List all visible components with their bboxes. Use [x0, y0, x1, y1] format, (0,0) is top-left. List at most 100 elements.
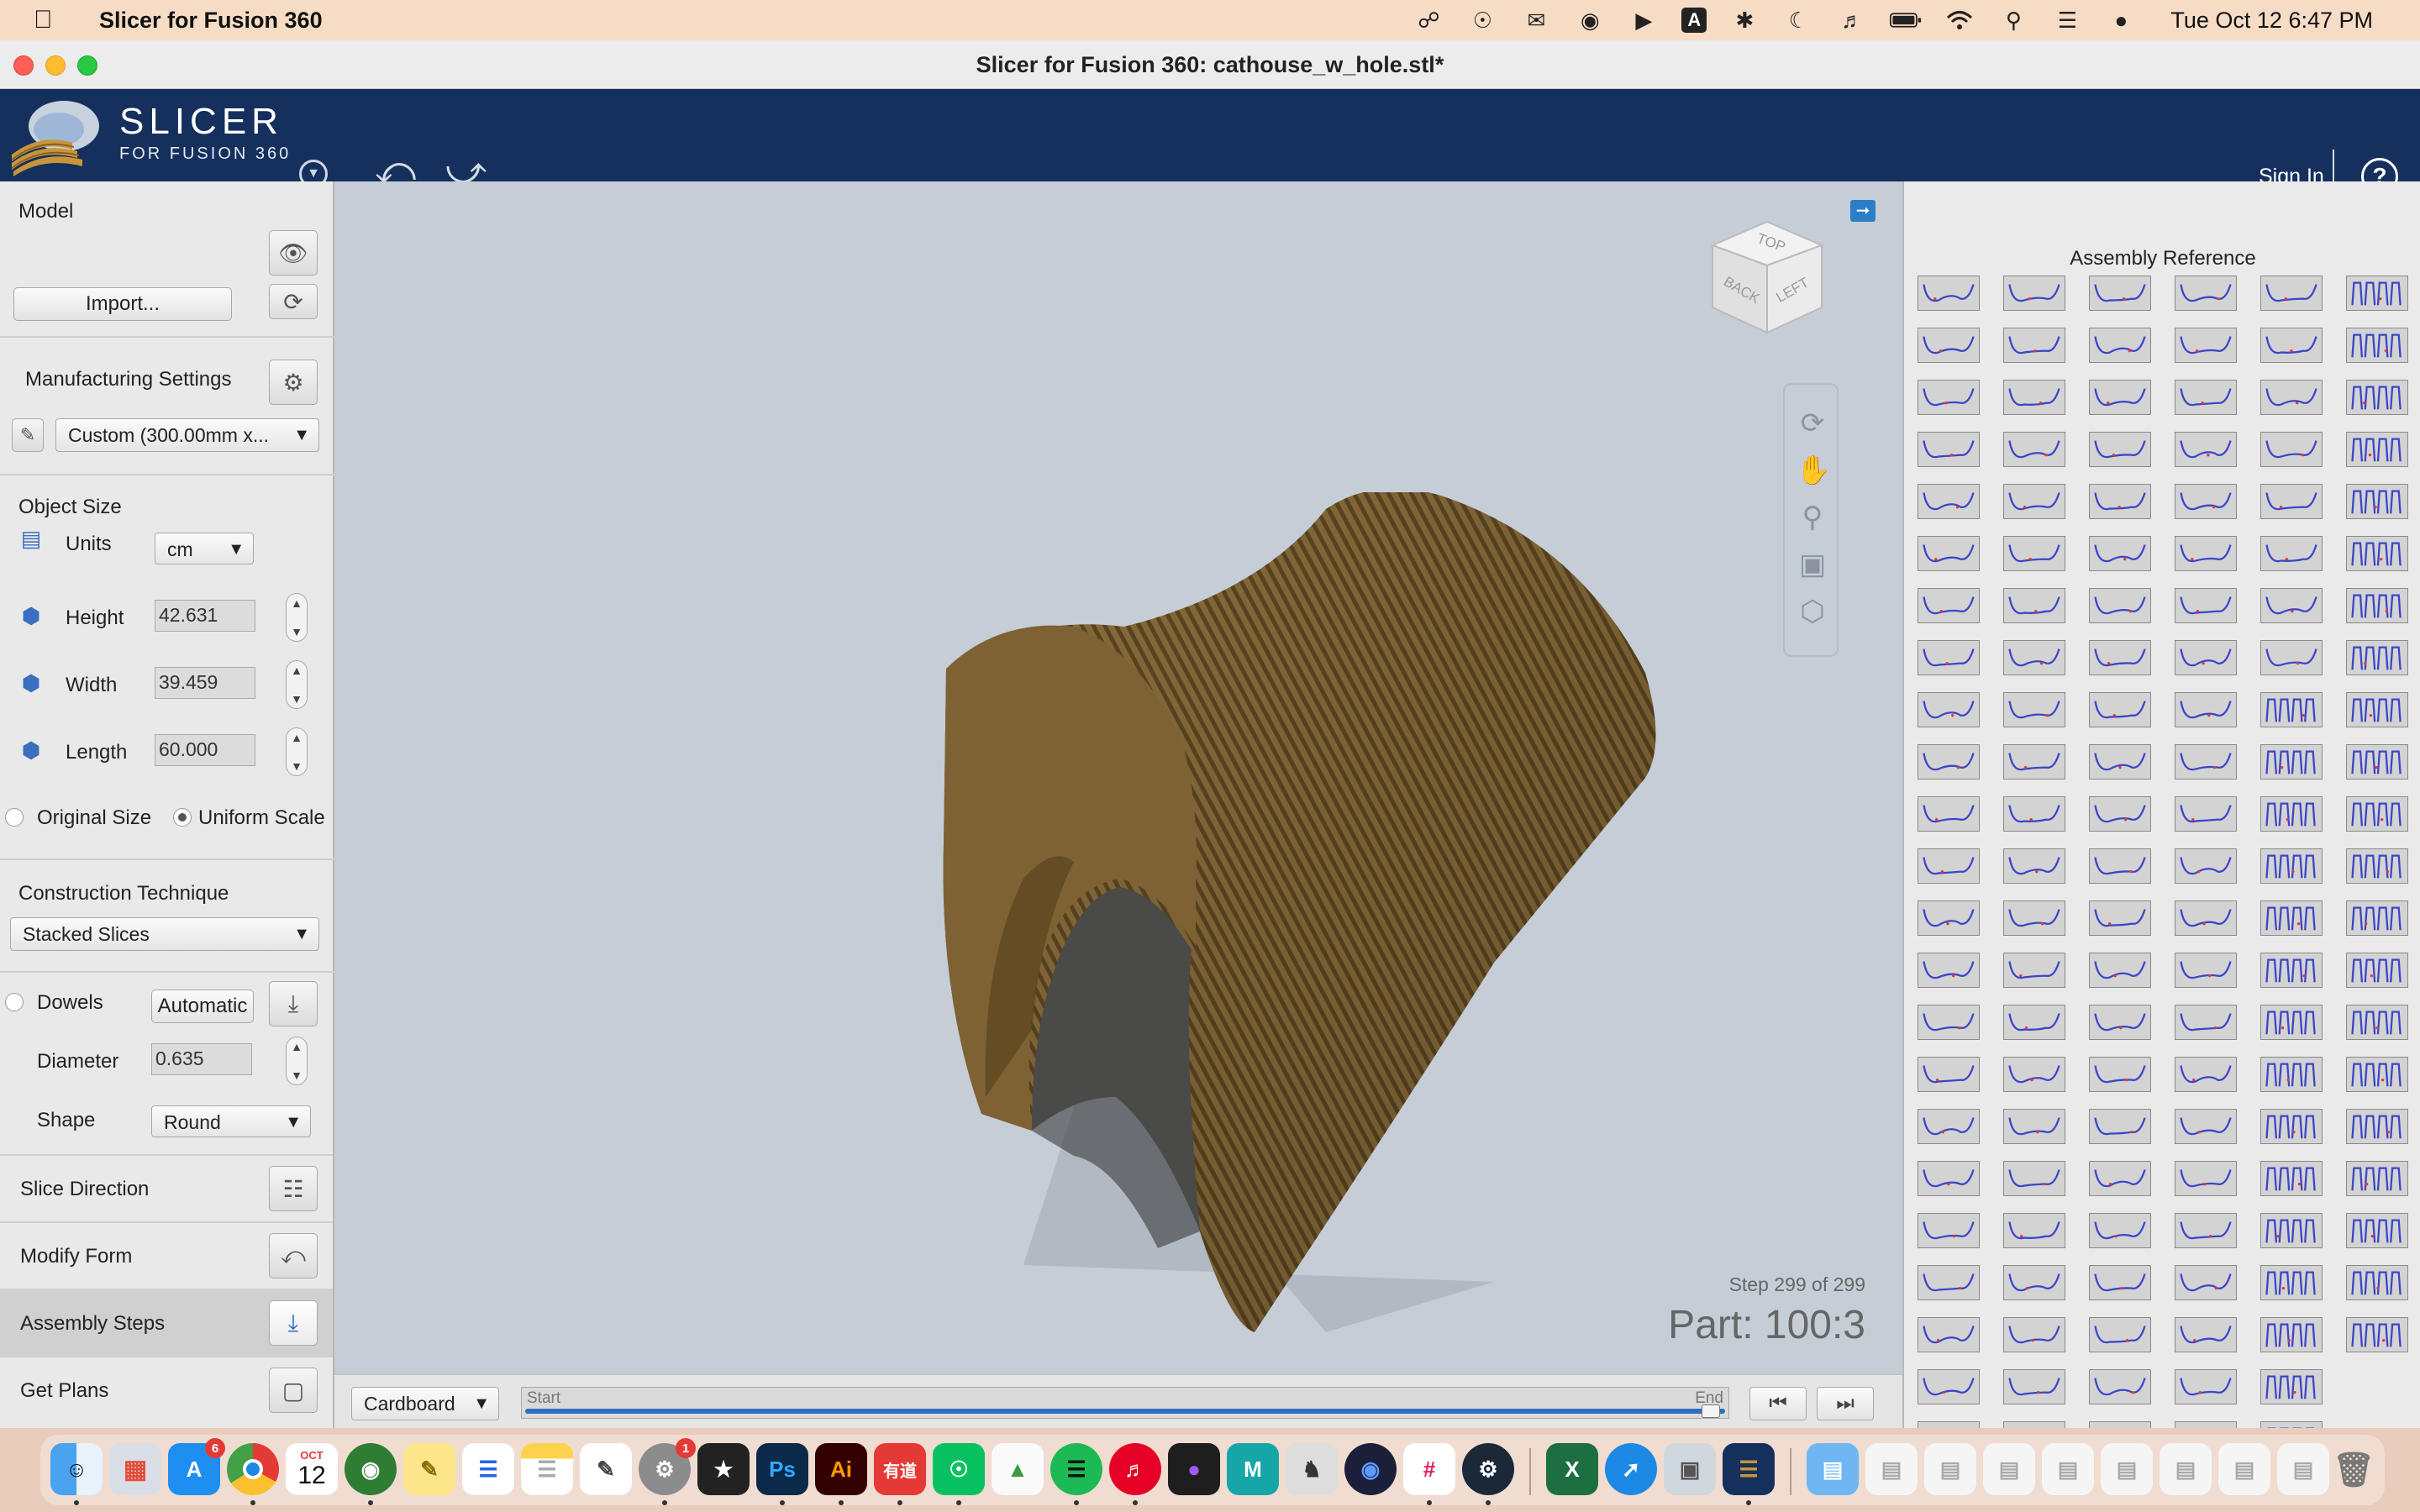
get-plans-section[interactable]: Get Plans ▢ — [0, 1356, 333, 1423]
wechat-icon[interactable]: ☉ — [1466, 8, 1498, 33]
assembly-reference-thumbnail[interactable] — [2346, 328, 2408, 363]
steam-icon[interactable]: ⚙ — [1462, 1443, 1514, 1495]
zoom-icon[interactable]: ⚲ — [1796, 501, 1829, 534]
assembly-reference-thumbnail[interactable] — [2003, 744, 2065, 780]
assembly-reference-thumbnail[interactable] — [2260, 1005, 2323, 1040]
textedit-icon[interactable]: ✎ — [580, 1443, 632, 1495]
assembly-reference-thumbnail[interactable] — [2260, 328, 2323, 363]
assembly-reference-thumbnail[interactable] — [2003, 588, 2065, 623]
doc-thumb-1[interactable]: ▤ — [1865, 1443, 1918, 1495]
assembly-reference-thumbnail[interactable] — [2346, 900, 2408, 936]
assembly-reference-thumbnail[interactable] — [2260, 900, 2323, 936]
up-arrow-icon[interactable]: ▲ — [291, 664, 302, 677]
assembly-reference-thumbnail[interactable] — [1918, 432, 1980, 467]
assembly-reference-thumbnail[interactable] — [1918, 796, 1980, 832]
moon-icon[interactable]: ☾ — [1782, 8, 1814, 33]
assembly-reference-thumbnail[interactable] — [1918, 953, 1980, 988]
bluetooth-icon[interactable]: ✱ — [1728, 8, 1760, 33]
search-icon[interactable]: ⚲ — [1997, 8, 2029, 33]
assembly-reference-thumbnail[interactable] — [2003, 1421, 2065, 1428]
assembly-reference-thumbnail[interactable] — [2003, 380, 2065, 415]
doc-thumb-6[interactable]: ▤ — [2160, 1443, 2212, 1495]
sliced-model[interactable] — [906, 492, 1780, 1332]
assembly-reference-thumbnail[interactable] — [2003, 900, 2065, 936]
assembly-reference-thumbnail[interactable] — [2260, 1421, 2323, 1428]
assembly-reference-thumbnail[interactable] — [2175, 1057, 2237, 1092]
launchpad-icon[interactable]: ▦ — [109, 1443, 161, 1495]
battery-icon[interactable] — [1890, 8, 1922, 33]
assembly-reference-thumbnail[interactable] — [2346, 640, 2408, 675]
trash-icon[interactable]: 🗑 — [2328, 1443, 2380, 1495]
pan-hand-icon[interactable]: ✋ — [1796, 454, 1831, 487]
up-arrow-icon[interactable]: ▲ — [291, 1040, 302, 1053]
assembly-reference-thumbnail[interactable] — [2089, 692, 2151, 727]
modify-form-section[interactable]: Modify Form ⤺ — [0, 1221, 333, 1289]
spotify-icon[interactable]: ☰ — [1050, 1443, 1102, 1495]
volume-icon[interactable]: ♬ — [1836, 8, 1868, 33]
photoshop-icon[interactable]: Ps — [756, 1443, 808, 1495]
assembly-reference-thumbnail[interactable] — [2260, 276, 2323, 311]
assembly-steps-button[interactable]: ⤓ — [269, 1300, 318, 1346]
apple-icon[interactable]:  — [34, 6, 64, 34]
assembly-reference-thumbnail[interactable] — [2175, 848, 2237, 884]
youdao-icon[interactable]: 有道 — [874, 1443, 926, 1495]
assembly-reference-thumbnail[interactable] — [2089, 848, 2151, 884]
doc-thumb-7[interactable]: ▤ — [2218, 1443, 2270, 1495]
width-input[interactable]: 39.459 — [155, 667, 255, 699]
assembly-reference-thumbnail[interactable] — [1918, 276, 1980, 311]
assembly-reference-thumbnail[interactable] — [2346, 1005, 2408, 1040]
modify-form-button[interactable]: ⤺ — [269, 1233, 318, 1278]
assembly-reference-thumbnail[interactable] — [2003, 640, 2065, 675]
height-stepper[interactable]: ▲ ▼ — [286, 593, 308, 642]
assembly-reference-thumbnail[interactable] — [2346, 692, 2408, 727]
3d-viewport[interactable]: ➞ TOP BACK LEFT ⟳ ✋ ⚲ ▣ ⬡ Step 299 of 29… — [334, 181, 1902, 1428]
assembly-reference-thumbnail[interactable] — [2346, 380, 2408, 415]
uniform-scale-radio[interactable] — [173, 808, 192, 827]
assembly-reference-thumbnail[interactable] — [2089, 640, 2151, 675]
assembly-reference-thumbnail[interactable] — [1918, 1369, 1980, 1404]
assembly-reference-thumbnail[interactable] — [2346, 1317, 2408, 1352]
assembly-reference-thumbnail[interactable] — [2089, 432, 2151, 467]
doc-thumb-5[interactable]: ▤ — [2101, 1443, 2153, 1495]
notes-icon[interactable]: ☰ — [521, 1443, 573, 1495]
assembly-reference-thumbnail[interactable] — [1918, 1213, 1980, 1248]
assembly-reference-thumbnail[interactable] — [2089, 588, 2151, 623]
assembly-reference-thumbnail[interactable] — [2346, 796, 2408, 832]
doc-thumb-3[interactable]: ▤ — [1983, 1443, 2035, 1495]
assembly-reference-thumbnail[interactable] — [2260, 744, 2323, 780]
slack-icon[interactable]: # — [1403, 1443, 1455, 1495]
assembly-reference-thumbnail[interactable] — [2089, 380, 2151, 415]
assembly-reference-thumbnail[interactable] — [1918, 536, 1980, 571]
assembly-reference-thumbnail[interactable] — [2089, 1161, 2151, 1196]
chat-icon[interactable]: ✉ — [1520, 8, 1552, 33]
assembly-reference-thumbnail[interactable] — [2089, 1265, 2151, 1300]
assembly-reference-thumbnail[interactable] — [2346, 1057, 2408, 1092]
assembly-reference-thumbnail[interactable] — [2175, 276, 2237, 311]
last-step-button[interactable]: ⏭ — [1817, 1387, 1874, 1420]
play-icon[interactable]: ▶ — [1628, 8, 1660, 33]
assembly-reference-thumbnail[interactable] — [2260, 588, 2323, 623]
chrome-icon[interactable] — [227, 1443, 279, 1495]
siri-icon[interactable]: ● — [2105, 8, 2137, 33]
assembly-reference-thumbnail[interactable] — [2260, 380, 2323, 415]
globe-app-icon[interactable]: ◉ — [345, 1443, 397, 1495]
assembly-reference-thumbnail[interactable] — [1918, 1057, 1980, 1092]
assembly-reference-thumbnail[interactable] — [2260, 536, 2323, 571]
assembly-reference-thumbnail[interactable] — [2003, 432, 2065, 467]
dowel-placement-button[interactable]: ⤓ — [269, 981, 318, 1026]
control-center-icon[interactable]: ☰ — [2051, 8, 2083, 33]
manufacturing-select[interactable]: Custom (300.00mm x... ▼ — [55, 418, 319, 452]
assembly-reference-thumbnail[interactable] — [2089, 1005, 2151, 1040]
assembly-reference-thumbnail[interactable] — [2003, 692, 2065, 727]
assembly-reference-thumbnail[interactable] — [1918, 328, 1980, 363]
assembly-reference-thumbnail[interactable] — [2346, 432, 2408, 467]
assembly-reference-thumbnail[interactable] — [2003, 1265, 2065, 1300]
assembly-reference-thumbnail[interactable] — [2003, 536, 2065, 571]
assembly-reference-thumbnail[interactable] — [2175, 484, 2237, 519]
up-arrow-icon[interactable]: ▲ — [291, 731, 302, 744]
width-stepper[interactable]: ▲ ▼ — [286, 660, 308, 709]
illustrator-icon[interactable]: Ai — [815, 1443, 867, 1495]
assembly-reference-thumbnail[interactable] — [1918, 1109, 1980, 1144]
assembly-reference-thumbnail[interactable] — [2003, 1005, 2065, 1040]
excel-icon[interactable]: X — [1546, 1443, 1598, 1495]
